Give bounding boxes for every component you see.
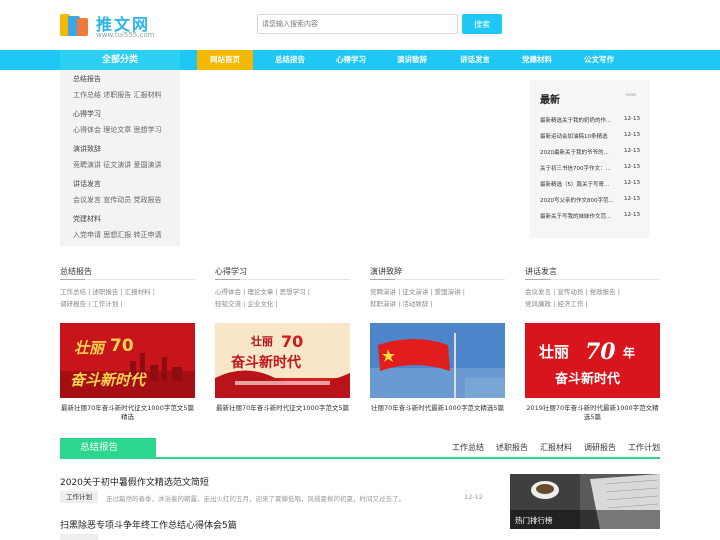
newest-item-title[interactable]: 关于初三书信700字作文：... — [540, 164, 618, 172]
column-title[interactable]: 总结报告 — [60, 266, 92, 277]
category-title[interactable]: 党建材料 — [73, 214, 101, 224]
svg-text:壮丽: 壮丽 — [539, 343, 569, 361]
section-link[interactable]: 工作计划 — [628, 442, 660, 453]
newest-item-date: 12-13 — [624, 148, 640, 154]
site-url: www.tui555.com — [96, 31, 155, 39]
category-title[interactable]: 心得学习 — [73, 109, 101, 119]
category-links[interactable]: 工作总结 述职报告 汇报材料 — [73, 90, 161, 100]
category-links[interactable]: 心得体会 理论文章 思想学习 — [73, 125, 161, 135]
section-link[interactable]: 调研报告 — [584, 442, 616, 453]
newest-title: 最新 — [540, 95, 560, 106]
category-title[interactable]: 总结报告 — [73, 74, 101, 84]
search-input[interactable] — [257, 14, 458, 34]
column-links[interactable]: 轻毯交流 | 企业文化 | — [215, 298, 278, 308]
section-link[interactable]: 工作总结 — [452, 442, 484, 453]
all-categories-button[interactable]: 全部分类 — [60, 50, 180, 70]
section-link[interactable]: 述职报告 — [496, 442, 528, 453]
newest-item-title[interactable]: 最新运动会加油稿10条精选 — [540, 132, 618, 140]
nav-item-talk[interactable]: 讲话发言 — [447, 50, 503, 70]
banner-caption[interactable]: 最新壮丽70年奋斗新时代征文1000字范文5篇 — [215, 404, 350, 413]
newest-item-title[interactable]: 2020最新关于我的爷爷的... — [540, 148, 618, 156]
svg-text:年: 年 — [623, 345, 635, 360]
svg-text:70: 70 — [281, 332, 303, 351]
nav-item-party[interactable]: 党建材料 — [509, 50, 565, 70]
nav-item-official[interactable]: 公文写作 — [571, 50, 627, 70]
newest-item-date: 12-13 — [624, 164, 640, 170]
newest-item-date: 12-13 — [624, 196, 640, 202]
column-links[interactable]: 工作总结 | 述职报告 | 汇报材料 | — [60, 286, 155, 296]
section-divider — [60, 457, 660, 459]
svg-text:奋斗新时代: 奋斗新时代 — [554, 371, 620, 387]
column-links[interactable]: 党风廉政 | 经济工作 | — [525, 298, 588, 308]
nav-item-summary[interactable]: 总结报告 — [262, 50, 318, 70]
column-divider-accent — [370, 279, 395, 280]
article-date: 12-12 — [464, 493, 483, 501]
svg-text:壮丽: 壮丽 — [74, 339, 107, 357]
section-title[interactable]: 总结报告 — [60, 438, 156, 458]
newest-item-date: 12-13 — [624, 116, 640, 122]
logo-icon[interactable] — [60, 12, 90, 38]
banner-caption[interactable]: 2019壮丽70年奋斗新时代最新1000字范文精选5篇 — [525, 404, 660, 422]
column-links[interactable]: 就职演讲 | 活动致辞 | — [370, 298, 433, 308]
nav-item-home[interactable]: 网站首页 — [197, 50, 253, 70]
hot-rank-label[interactable]: 热门排行榜 — [515, 515, 553, 526]
search-button[interactable]: 搜索 — [462, 14, 502, 34]
column-title[interactable]: 演讲致辞 — [370, 266, 402, 277]
banner-caption[interactable]: 壮丽70年奋斗新时代最新1000字范文精选5篇 — [370, 404, 505, 413]
svg-text:奋斗新时代: 奋斗新时代 — [230, 354, 301, 371]
svg-text:70: 70 — [110, 336, 134, 356]
newest-subtitle: news — [626, 92, 637, 97]
column-title[interactable]: 心得学习 — [215, 266, 247, 277]
nav-item-study[interactable]: 心得学习 — [323, 50, 379, 70]
banner-image[interactable]: 壮丽 70 奋斗新时代 — [215, 323, 350, 398]
column-links[interactable]: 竞聘演讲 | 征文演讲 | 爱国演讲 | — [370, 286, 465, 296]
article-tag[interactable] — [60, 534, 98, 540]
newest-item-title[interactable]: 最新精选（5）篇关于写哥... — [540, 180, 618, 188]
banner-image[interactable]: 壮丽 70 年 奋斗新时代 — [525, 323, 660, 398]
banner-caption[interactable]: 最新壮丽70年奋斗新时代征文1000字范文5篇精选 — [60, 404, 195, 422]
column-links[interactable]: 心得体会 | 理论文章 | 思想学习 | — [215, 286, 310, 296]
svg-text:壮丽: 壮丽 — [251, 334, 273, 348]
svg-text:70: 70 — [585, 339, 616, 365]
banner-image[interactable] — [370, 323, 505, 398]
nav-item-speech[interactable]: 演讲致辞 — [384, 50, 440, 70]
section-link[interactable]: 汇报材料 — [540, 442, 572, 453]
newest-item-date: 12-13 — [624, 180, 640, 186]
newest-item-date: 12-13 — [624, 212, 640, 218]
category-title[interactable]: 演讲致辞 — [73, 144, 101, 154]
category-links[interactable]: 竞聘演讲 征文演讲 爱国演讲 — [73, 160, 161, 170]
column-links[interactable]: 会议发言 | 宣传动员 | 党政报告 | — [525, 286, 620, 296]
column-links[interactable]: 调研报告 | 工作计划 | — [60, 298, 123, 308]
newest-item-title[interactable]: 最新关于写我的妹妹作文范... — [540, 212, 618, 220]
svg-text:奋斗新时代: 奋斗新时代 — [70, 371, 147, 389]
article-tag[interactable]: 工作计划 — [60, 491, 98, 503]
category-links[interactable]: 会议发言 宣传动员 党政报告 — [73, 195, 161, 205]
banner-image[interactable]: 壮丽 70 奋斗新时代 — [60, 323, 195, 398]
article-title[interactable]: 扫黑除恶专项斗争年终工作总结心得体会5篇 — [60, 518, 237, 531]
newest-item-title[interactable]: 2020写父亲的作文800字范... — [540, 196, 618, 204]
article-summary: 走过黯然的春季，沐浴着的朝露，走出火红的五月，迎来了夏蝉低唱，风摇夏柳的初夏，时… — [106, 495, 405, 503]
category-links[interactable]: 入党申请 思想汇报 转正申请 — [73, 230, 161, 240]
category-title[interactable]: 讲话发言 — [73, 179, 101, 189]
article-title[interactable]: 2020关于初中暑假作文精选范文简短 — [60, 475, 209, 488]
column-title[interactable]: 讲话发言 — [525, 266, 557, 277]
column-divider-accent — [525, 279, 550, 280]
newest-item-date: 12-13 — [624, 132, 640, 138]
column-divider-accent — [215, 279, 240, 280]
column-divider-accent — [60, 279, 85, 280]
newest-item-title[interactable]: 最新精选关于我的奶奶的作... — [540, 116, 618, 124]
